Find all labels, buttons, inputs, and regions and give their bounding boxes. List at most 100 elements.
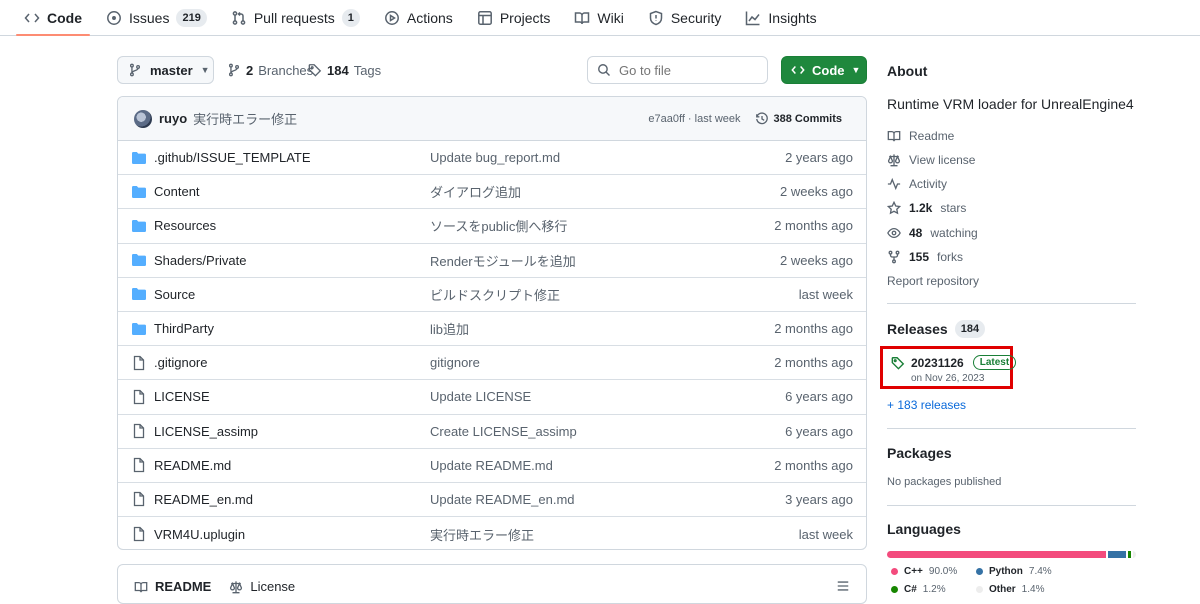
- table-icon: [477, 10, 493, 26]
- file-commit-message[interactable]: Update README.md: [430, 458, 553, 473]
- file-name-link[interactable]: README.md: [154, 458, 432, 473]
- tab-license[interactable]: License: [229, 579, 295, 594]
- list-icon: [836, 579, 850, 593]
- file-commit-message[interactable]: gitignore: [430, 355, 480, 370]
- tab-issues[interactable]: Issues 219: [98, 1, 215, 35]
- language-item[interactable]: C# 1.2%: [891, 584, 946, 595]
- branches-link[interactable]: 2 Branches: [227, 56, 313, 84]
- tags-link[interactable]: 184 Tags: [308, 56, 381, 84]
- code-button[interactable]: Code ▼: [781, 56, 867, 84]
- outline-menu-button[interactable]: [836, 579, 850, 593]
- activity-link[interactable]: Activity: [887, 177, 947, 191]
- language-item[interactable]: Python 7.4%: [976, 566, 1052, 577]
- file-commit-message[interactable]: Update LICENSE: [430, 389, 531, 404]
- file-name-link[interactable]: LICENSE: [154, 389, 432, 404]
- tab-readme[interactable]: README: [134, 579, 211, 594]
- table-row[interactable]: Source ビルドスクリプト修正 last week: [118, 278, 866, 312]
- file-list: ruyo 実行時エラー修正 e7aa0ff · last week 388 Co…: [117, 96, 867, 550]
- go-to-file[interactable]: [587, 56, 768, 84]
- latest-release[interactable]: 20231126 Latest: [891, 355, 1017, 370]
- license-link[interactable]: View license: [887, 153, 975, 167]
- file-commit-message[interactable]: ソースをpublic側へ移行: [430, 216, 567, 235]
- file-commit-message[interactable]: ダイアログ追加: [430, 182, 521, 201]
- language-name: C++: [904, 566, 923, 577]
- tab-projects[interactable]: Projects: [469, 1, 559, 35]
- go-to-file-input[interactable]: [619, 62, 749, 78]
- file-name-link[interactable]: Content: [154, 184, 432, 199]
- language-percent: 1.4%: [1021, 584, 1045, 595]
- file-name-link[interactable]: Source: [154, 287, 432, 302]
- tab-actions[interactable]: Actions: [376, 1, 461, 35]
- commits-link[interactable]: 388 Commits: [755, 111, 842, 126]
- tab-pull-requests[interactable]: Pull requests 1: [223, 1, 368, 35]
- language-name: Python: [989, 566, 1023, 577]
- file-commit-message[interactable]: Update bug_report.md: [430, 150, 560, 165]
- language-percent: 90.0%: [928, 566, 958, 577]
- table-row[interactable]: Shaders/Private Renderモジュールを追加 2 weeks ago: [118, 244, 866, 278]
- file-commit-message[interactable]: lib追加: [430, 319, 469, 338]
- tab-wiki[interactable]: Wiki: [566, 1, 631, 35]
- file-name-link[interactable]: .gitignore: [154, 355, 432, 370]
- table-row[interactable]: VRM4U.uplugin 実行時エラー修正 last week: [118, 517, 866, 549]
- file-commit-date: 2 years ago: [785, 150, 853, 166]
- latest-release-highlight[interactable]: 20231126 Latest on Nov 26, 2023: [880, 346, 1017, 389]
- eye-icon: [887, 226, 901, 240]
- branch-selector[interactable]: master ▼: [117, 56, 214, 84]
- table-row[interactable]: Content ダイアログ追加 2 weeks ago: [118, 175, 866, 210]
- code-icon: [791, 63, 805, 77]
- language-item[interactable]: Other 1.4%: [976, 584, 1044, 595]
- file-commit-message[interactable]: ビルドスクリプト修正: [430, 285, 560, 304]
- table-row[interactable]: README_en.md Update README_en.md 3 years a…: [118, 483, 866, 518]
- file-name-link[interactable]: LICENSE_assimp: [154, 424, 432, 439]
- file-name-link[interactable]: .github/ISSUE_TEMPLATE: [154, 150, 432, 165]
- language-item[interactable]: C++ 90.0%: [891, 566, 957, 577]
- scale-icon: [229, 580, 243, 594]
- file-commit-message[interactable]: Renderモジュールを追加: [430, 251, 576, 270]
- file-name-link[interactable]: README_en.md: [154, 492, 432, 507]
- watching-link[interactable]: 48 watching: [887, 226, 978, 240]
- table-row[interactable]: LICENSE_assimp Create LICENSE_assimp 6 yea…: [118, 415, 866, 449]
- report-repository-link[interactable]: Report repository: [887, 274, 979, 288]
- table-row[interactable]: README.md Update README.md 2 months ago: [118, 449, 866, 483]
- file-name-link[interactable]: Resources: [154, 218, 432, 233]
- table-row[interactable]: LICENSE Update LICENSE 6 years ago: [118, 380, 866, 415]
- branch-icon: [227, 63, 241, 77]
- commit-message[interactable]: 実行時エラー修正: [193, 109, 297, 128]
- language-dot: [891, 568, 898, 575]
- tab-label: Actions: [406, 10, 453, 26]
- commit-author[interactable]: ruyo: [159, 111, 187, 126]
- tab-insights[interactable]: Insights: [737, 1, 824, 35]
- folder-icon: [131, 252, 147, 268]
- file-name-link[interactable]: VRM4U.uplugin: [154, 527, 432, 542]
- releases-counter: 184: [954, 320, 986, 338]
- tab-label: Wiki: [597, 10, 624, 26]
- avatar[interactable]: [134, 109, 152, 128]
- file-commit-message[interactable]: Update README_en.md: [430, 492, 575, 507]
- file-commit-message[interactable]: Create LICENSE_assimp: [430, 424, 577, 439]
- file-commit-date: last week: [798, 286, 853, 302]
- code-button-label: Code: [812, 62, 845, 78]
- file-commit-date: 2 months ago: [774, 218, 853, 234]
- table-row[interactable]: ThirdParty lib追加 2 months ago: [118, 312, 866, 347]
- commit-sha-time[interactable]: e7aa0ff · last week: [648, 113, 740, 125]
- file-icon: [131, 355, 147, 371]
- license-link-label: View license: [909, 153, 976, 167]
- file-name-link[interactable]: Shaders/Private: [154, 253, 432, 268]
- tab-code[interactable]: Code: [16, 1, 90, 36]
- table-row[interactable]: Resources ソースをpublic側へ移行 2 months ago: [118, 209, 866, 244]
- file-commit-message[interactable]: 実行時エラー修正: [430, 525, 534, 544]
- language-dot: [976, 586, 983, 593]
- readme-link[interactable]: Readme: [887, 129, 954, 143]
- file-name-link[interactable]: ThirdParty: [154, 321, 432, 336]
- latest-badge: Latest: [972, 355, 1017, 370]
- more-releases-link[interactable]: + 183 releases: [887, 398, 966, 412]
- packages-title[interactable]: Packages: [887, 445, 952, 461]
- table-row[interactable]: .gitignore gitignore 2 months ago: [118, 346, 866, 381]
- languages-bar: [887, 551, 1136, 558]
- forks-link[interactable]: 155 forks: [887, 250, 963, 264]
- releases-heading[interactable]: Releases 184: [887, 320, 986, 338]
- caret-down-icon: ▼: [200, 65, 210, 75]
- table-row[interactable]: .github/ISSUE_TEMPLATE Update bug_report.…: [118, 141, 866, 176]
- tab-security[interactable]: Security: [640, 1, 730, 35]
- stars-link[interactable]: 1.2k stars: [887, 201, 966, 215]
